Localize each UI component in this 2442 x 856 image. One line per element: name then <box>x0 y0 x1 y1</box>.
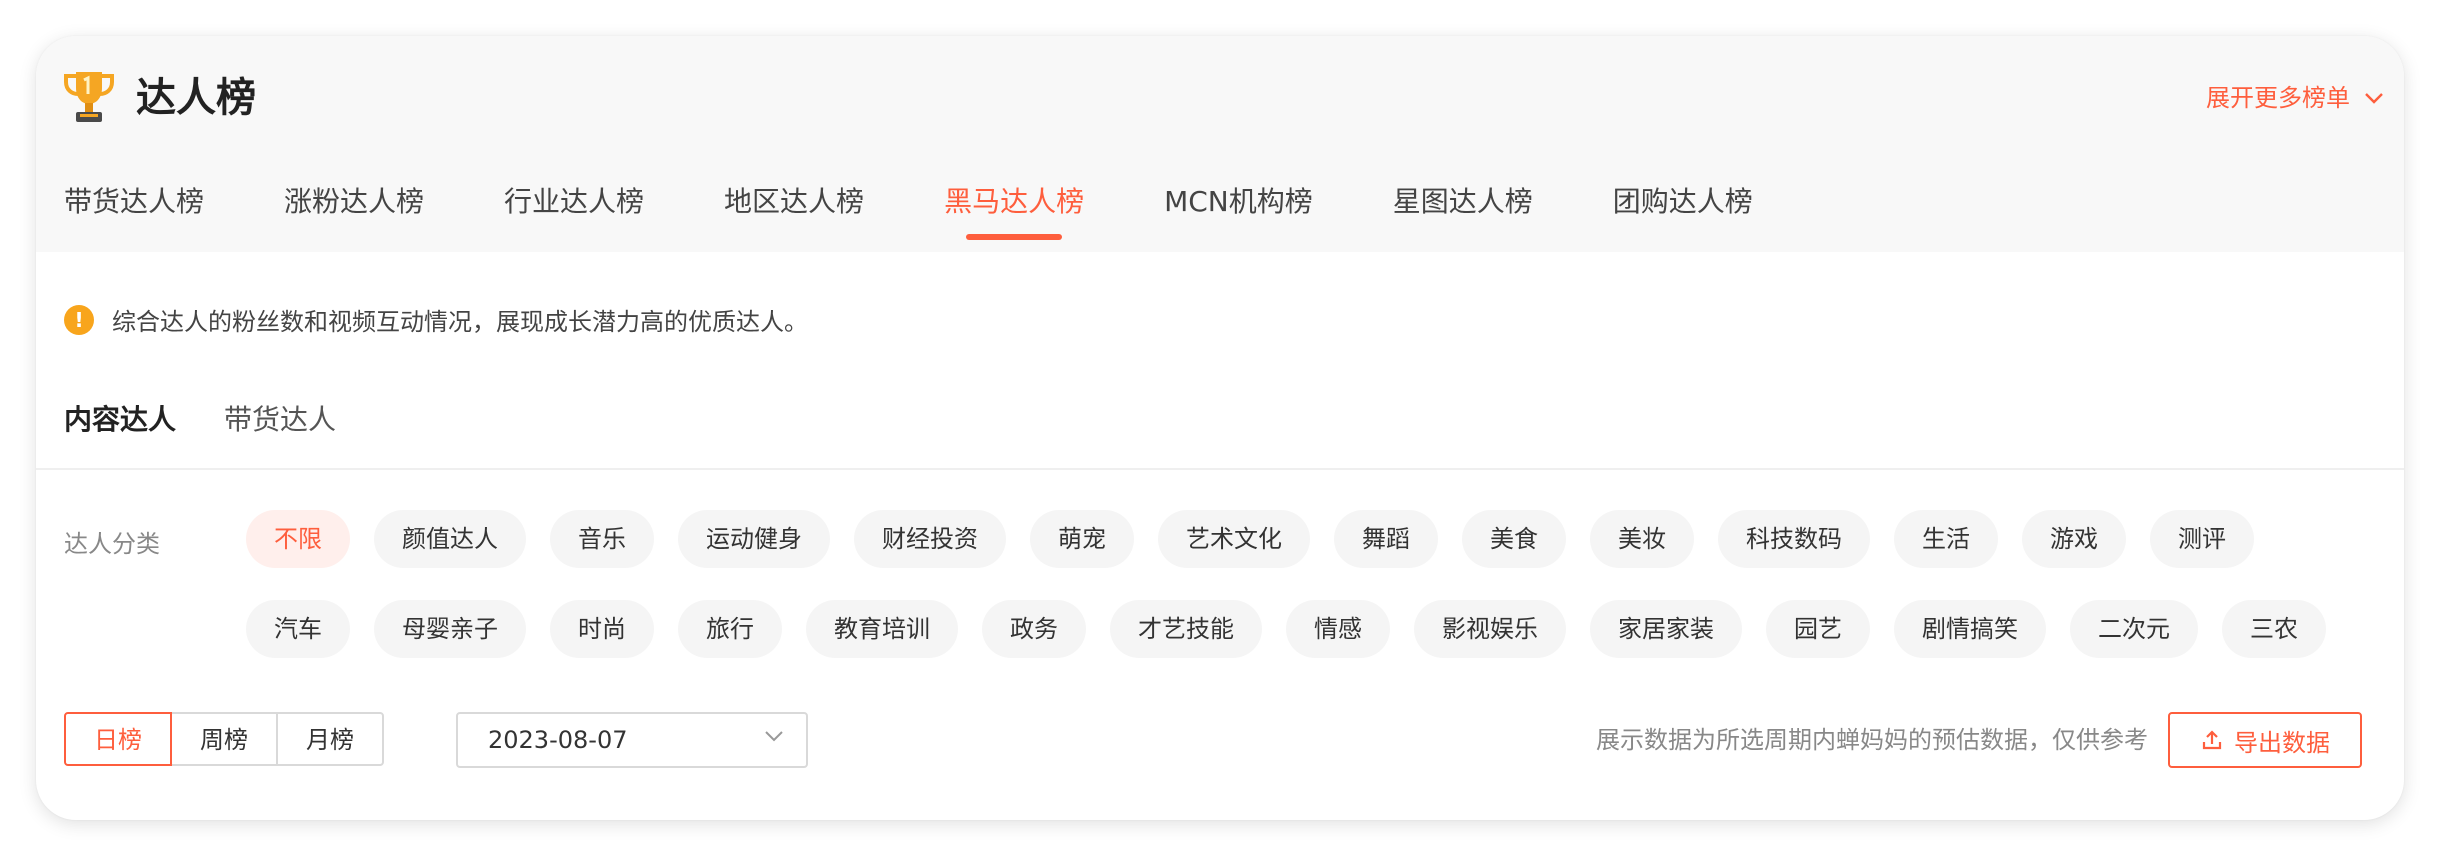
category-chip[interactable]: 政务 <box>982 600 1086 658</box>
sub-tab[interactable]: 带货达人 <box>224 398 336 438</box>
expand-more-label: 展开更多榜单 <box>2206 84 2350 112</box>
trophy-icon <box>64 72 114 122</box>
category-chip[interactable]: 音乐 <box>550 510 654 568</box>
export-data-button[interactable]: 导出数据 <box>2168 712 2362 768</box>
sub-tabs: 内容达人 带货达人 <box>64 398 336 438</box>
main-tab[interactable]: 带货达人榜 <box>64 182 204 222</box>
page-title: 达人榜 <box>136 75 256 121</box>
notice-banner: ! 综合达人的粉丝数和视频互动情况，展现成长潜力高的优质达人。 <box>64 302 808 337</box>
category-chip[interactable]: 运动健身 <box>678 510 830 568</box>
category-row-2: 汽车 母婴亲子 时尚 旅行 教育培训 政务 才艺技能 情感 影视娱乐 家居家装 园艺 剧情搞笑 二次元三… <box>246 600 2326 658</box>
main-tab[interactable]: 地区达人榜 <box>724 182 864 222</box>
main-tab-label: 星图达人榜 <box>1392 185 1533 218</box>
export-label: 导出数据 <box>2234 728 2330 757</box>
period-option[interactable]: 月榜 <box>276 712 384 766</box>
divider <box>36 468 2404 470</box>
category-chip[interactable]: 美妆 <box>1590 510 1694 568</box>
main-tab[interactable]: MCN机构榜 <box>1164 182 1313 222</box>
category-chip[interactable]: 母婴亲子 <box>374 600 526 658</box>
category-chip[interactable]: 财经投资 <box>854 510 1006 568</box>
chevron-down-icon <box>2365 93 2383 104</box>
category-row-1: 不限 颜值达人 音乐 运动健身 财经投资 萌宠 艺术文化 舞蹈 美食 美妆 科技数码 生活 游戏 测评 <box>246 510 2254 568</box>
category-chip[interactable]: 影视娱乐 <box>1414 600 1566 658</box>
card-header: 达人榜 展开更多榜单 带货达人榜 涨粉达人榜 行业达人榜 地区达人榜 黑马达人榜 MCN机… <box>36 36 2404 252</box>
date-picker[interactable]: 2023-08-07 <box>456 712 808 768</box>
notice-text: 综合达人的粉丝数和视频互动情况，展现成长潜力高的优质达人。 <box>112 308 808 336</box>
main-tab-label: 地区达人榜 <box>724 185 865 218</box>
expand-more-rankings-button[interactable]: 展开更多榜单 <box>2206 80 2384 116</box>
upload-icon <box>2202 730 2222 750</box>
main-tab-label: 带货达人榜 <box>64 185 205 218</box>
category-chip[interactable]: 不限 <box>246 510 350 568</box>
category-label: 达人分类 <box>64 530 160 558</box>
sub-tab[interactable]: 内容达人 <box>64 398 176 438</box>
active-tab-indicator <box>966 234 1063 240</box>
category-chip[interactable]: 三农 <box>2222 600 2326 658</box>
main-tab[interactable]: 星图达人榜 <box>1393 182 1533 222</box>
main-tab-label: 团购达人榜 <box>1612 185 1753 218</box>
data-disclaimer: 展示数据为所选周期内蝉妈妈的预估数据，仅供参考 <box>1596 726 2148 754</box>
category-chip[interactable]: 萌宠 <box>1030 510 1134 568</box>
ranking-card: 达人榜 展开更多榜单 带货达人榜 涨粉达人榜 行业达人榜 地区达人榜 黑马达人榜 MCN机… <box>36 36 2404 820</box>
category-chip[interactable]: 艺术文化 <box>1158 510 1310 568</box>
category-chip[interactable]: 剧情搞笑 <box>1894 600 2046 658</box>
main-tab[interactable]: 团购达人榜 <box>1613 182 1753 222</box>
category-chip[interactable]: 生活 <box>1894 510 1998 568</box>
date-value: 2023-08-07 <box>488 726 628 754</box>
category-chip[interactable]: 时尚 <box>550 600 654 658</box>
chevron-down-icon <box>765 731 783 742</box>
category-chip[interactable]: 测评 <box>2150 510 2254 568</box>
period-option[interactable]: 周榜 <box>170 712 278 766</box>
category-chip[interactable]: 颜值达人 <box>374 510 526 568</box>
category-chip[interactable]: 家居家装 <box>1590 600 1742 658</box>
main-tab-label: 黑马达人榜 <box>944 185 1085 218</box>
main-tab-label: MCN机构榜 <box>1164 185 1313 218</box>
category-chip[interactable]: 二次元 <box>2070 600 2198 658</box>
main-tab[interactable]: 黑马达人榜 <box>944 182 1085 240</box>
category-chip[interactable]: 舞蹈 <box>1334 510 1438 568</box>
category-chip[interactable]: 教育培训 <box>806 600 958 658</box>
warning-icon: ! <box>64 304 94 335</box>
period-toggle: 日榜 周榜 月榜 <box>64 712 384 766</box>
main-tab-label: 行业达人榜 <box>504 185 645 218</box>
main-tab-label: 涨粉达人榜 <box>284 185 425 218</box>
main-tab[interactable]: 行业达人榜 <box>504 182 644 222</box>
category-chip[interactable]: 美食 <box>1462 510 1566 568</box>
category-chip[interactable]: 才艺技能 <box>1110 600 1262 658</box>
category-chip[interactable]: 游戏 <box>2022 510 2126 568</box>
main-tabs: 带货达人榜 涨粉达人榜 行业达人榜 地区达人榜 黑马达人榜 MCN机构榜 星图达人榜 团购达人… <box>64 182 1833 240</box>
category-chip[interactable]: 情感 <box>1286 600 1390 658</box>
category-chip[interactable]: 科技数码 <box>1718 510 1870 568</box>
category-chip[interactable]: 旅行 <box>678 600 782 658</box>
period-option[interactable]: 日榜 <box>64 712 172 766</box>
category-chip[interactable]: 园艺 <box>1766 600 1870 658</box>
main-tab[interactable]: 涨粉达人榜 <box>284 182 424 222</box>
category-chip[interactable]: 汽车 <box>246 600 350 658</box>
